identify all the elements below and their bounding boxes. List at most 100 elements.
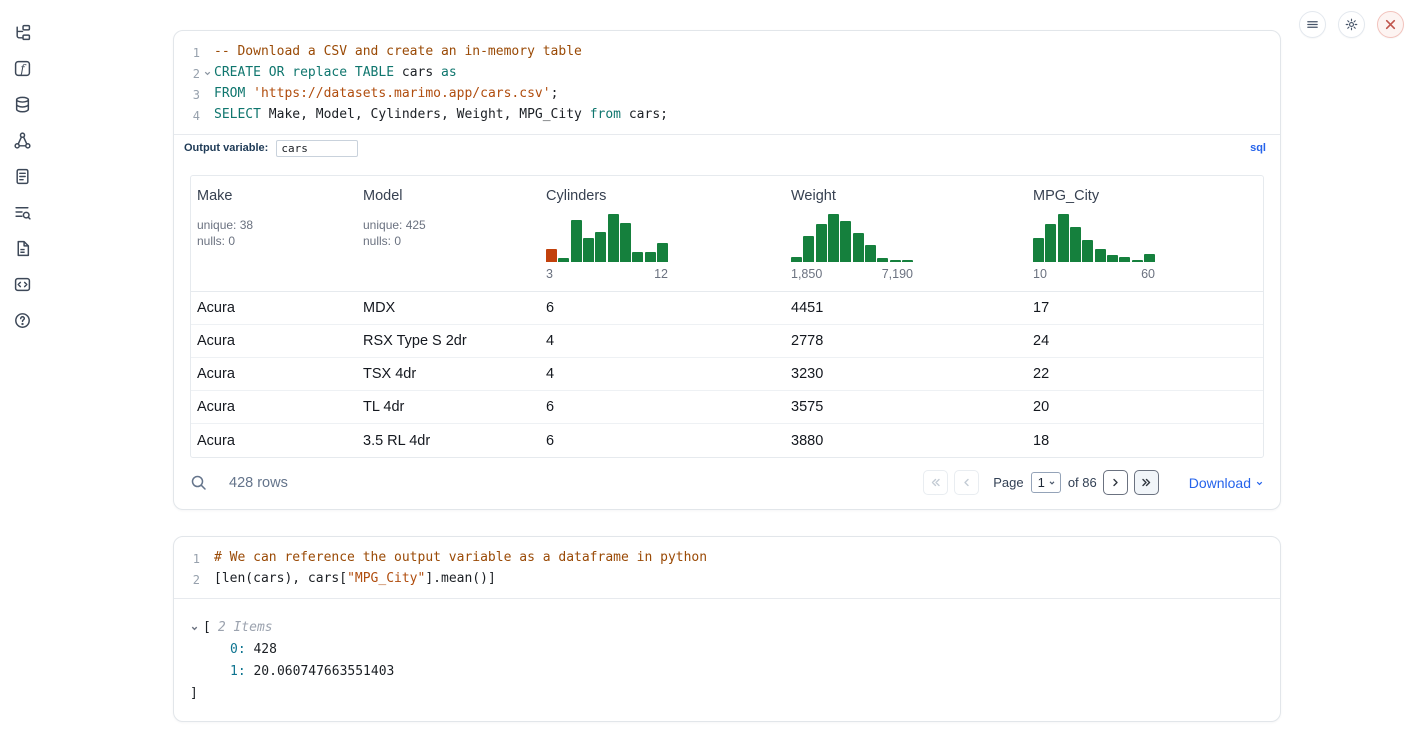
download-button[interactable]: Download xyxy=(1189,475,1264,491)
column-header-mpg-city[interactable]: MPG_City 1060 xyxy=(1027,176,1263,291)
histogram-bar[interactable] xyxy=(558,258,569,262)
settings-button[interactable] xyxy=(1338,11,1365,38)
histogram-bar[interactable] xyxy=(1095,249,1106,262)
histogram-bar[interactable] xyxy=(840,221,851,262)
histogram-bar[interactable] xyxy=(1058,214,1069,262)
code-line[interactable]: 2CREATE OR replace TABLE cars as xyxy=(174,63,1280,84)
python-output: [ 2 Items 0: 428 1: 20.060747663551403 ] xyxy=(174,598,1280,721)
line-number: 4 xyxy=(193,105,200,126)
table-row[interactable]: Acura3.5 RL 4dr6388018 xyxy=(191,424,1263,457)
menu-button[interactable] xyxy=(1299,11,1326,38)
table-cell: 4 xyxy=(540,333,785,349)
dependency-graph-icon[interactable] xyxy=(12,130,32,150)
code-content: # We can reference the output variable a… xyxy=(214,548,707,569)
table-cell: 3230 xyxy=(785,366,1027,382)
file-explorer-icon[interactable] xyxy=(12,22,32,42)
sidebar: f xyxy=(0,0,44,729)
shutdown-button[interactable] xyxy=(1377,11,1404,38)
output-variable-input[interactable] xyxy=(276,140,358,157)
chevron-down-icon xyxy=(1255,479,1264,488)
table-cell: RSX Type S 2dr xyxy=(357,333,540,349)
table-cell: 3880 xyxy=(785,433,1027,449)
snippets-icon[interactable] xyxy=(12,274,32,294)
table-cell: MDX xyxy=(357,300,540,316)
line-gutter: 3 xyxy=(174,84,214,105)
python-code-editor[interactable]: 1# We can reference the output variable … xyxy=(174,537,1280,598)
chevrons-right-icon xyxy=(1140,476,1153,489)
table-cell: 24 xyxy=(1027,333,1263,349)
histogram-bar[interactable] xyxy=(1033,238,1044,262)
next-page-button[interactable] xyxy=(1103,470,1128,495)
code-line[interactable]: 2[len(cars), cars["MPG_City"].mean()] xyxy=(174,569,1280,590)
topbar-actions xyxy=(1299,11,1404,38)
histogram-bar[interactable] xyxy=(645,252,656,262)
histogram-bar[interactable] xyxy=(1119,257,1130,262)
histogram-bar[interactable] xyxy=(620,223,631,262)
histogram-bar[interactable] xyxy=(877,258,888,262)
histogram-range: 1060 xyxy=(1033,267,1155,281)
histogram-bar[interactable] xyxy=(816,224,827,262)
histogram-bar[interactable] xyxy=(546,249,557,262)
histogram-bar[interactable] xyxy=(1045,224,1056,262)
table-cell: Acura xyxy=(191,366,357,382)
histogram-bar[interactable] xyxy=(608,214,619,262)
table-cell: 17 xyxy=(1027,300,1263,316)
column-header-cylinders[interactable]: Cylinders 312 xyxy=(540,176,785,291)
code-line[interactable]: 1# We can reference the output variable … xyxy=(174,548,1280,569)
histogram-bar[interactable] xyxy=(632,252,643,262)
language-badge[interactable]: sql xyxy=(1250,142,1266,154)
menu-icon xyxy=(1306,18,1319,31)
code-line[interactable]: 3FROM 'https://datasets.marimo.app/cars.… xyxy=(174,84,1280,105)
table-cell: Acura xyxy=(191,433,357,449)
output-entry: 1: 20.060747663551403 xyxy=(190,661,1264,683)
search-icon[interactable] xyxy=(190,474,207,491)
code-line[interactable]: 4SELECT Make, Model, Cylinders, Weight, … xyxy=(174,105,1280,126)
histogram-bar[interactable] xyxy=(657,243,668,262)
table-row[interactable]: AcuraTSX 4dr4323022 xyxy=(191,358,1263,391)
histogram-bar[interactable] xyxy=(791,257,802,262)
chevron-down-icon xyxy=(1048,479,1056,487)
page-select[interactable]: 1 xyxy=(1031,472,1061,493)
histogram-bar[interactable] xyxy=(583,238,594,262)
column-stats: unique: 38 nulls: 0 xyxy=(197,217,349,249)
open-bracket: [ xyxy=(203,617,211,639)
close-icon xyxy=(1384,18,1397,31)
table-cell: 3575 xyxy=(785,399,1027,415)
histogram-bar[interactable] xyxy=(571,220,582,262)
histogram-bar[interactable] xyxy=(853,233,864,262)
notebook-outline-icon[interactable] xyxy=(12,166,32,186)
result-table: Make unique: 38 nulls: 0 Model unique: 4… xyxy=(190,175,1264,458)
histogram-bar[interactable] xyxy=(1107,255,1118,262)
table-row[interactable]: AcuraRSX Type S 2dr4277824 xyxy=(191,325,1263,358)
collapse-output-icon[interactable] xyxy=(190,624,203,633)
code-line[interactable]: 1-- Download a CSV and create an in-memo… xyxy=(174,42,1280,63)
help-icon[interactable] xyxy=(12,310,32,330)
prev-page-button[interactable] xyxy=(954,470,979,495)
histogram-bar[interactable] xyxy=(803,236,814,262)
datasources-icon[interactable] xyxy=(12,94,32,114)
last-page-button[interactable] xyxy=(1134,470,1159,495)
column-header-weight[interactable]: Weight 1,8507,190 xyxy=(785,176,1027,291)
column-header-model[interactable]: Model unique: 425 nulls: 0 xyxy=(357,176,540,291)
histogram-bar[interactable] xyxy=(595,232,606,262)
items-count-label: 2 Items xyxy=(218,617,273,639)
table-row[interactable]: AcuraMDX6445117 xyxy=(191,292,1263,325)
logs-icon[interactable] xyxy=(12,202,32,222)
table-footer: 428 rows Page 1 of 86 xyxy=(174,458,1280,509)
documentation-icon[interactable] xyxy=(12,238,32,258)
column-header-make[interactable]: Make unique: 38 nulls: 0 xyxy=(191,176,357,291)
scratchpad-icon[interactable]: f xyxy=(12,58,32,78)
first-page-button[interactable] xyxy=(923,470,948,495)
table-row[interactable]: AcuraTL 4dr6357520 xyxy=(191,391,1263,424)
fold-chevron-icon[interactable] xyxy=(200,63,214,84)
histogram-bar[interactable] xyxy=(1082,240,1093,262)
histogram-bar[interactable] xyxy=(890,260,901,262)
histogram-bar[interactable] xyxy=(1144,254,1155,262)
histogram-bar[interactable] xyxy=(1070,227,1081,262)
svg-text:f: f xyxy=(19,61,27,75)
histogram-bar[interactable] xyxy=(1132,260,1143,262)
histogram-bar[interactable] xyxy=(865,245,876,262)
histogram-bar[interactable] xyxy=(902,260,913,262)
sql-code-editor[interactable]: 1-- Download a CSV and create an in-memo… xyxy=(174,31,1280,134)
histogram-bar[interactable] xyxy=(828,214,839,262)
